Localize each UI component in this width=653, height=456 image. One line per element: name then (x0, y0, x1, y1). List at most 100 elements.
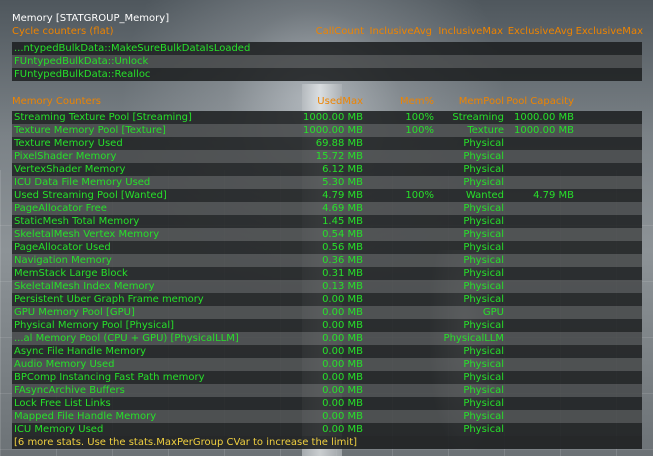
col-exclusive-max: ExclusiveMax (575, 26, 643, 37)
memory-stat-name: ...al Memory Pool (CPU + GPU) [PhysicalL… (14, 333, 239, 344)
memory-stat-pool-capacity (504, 384, 574, 397)
memory-stat-pool-capacity (504, 228, 574, 241)
memory-stat-mem-percent (374, 332, 434, 345)
memory-stat-mempool: Wanted (465, 190, 504, 201)
memory-stat-used-max: 0.54 MB (322, 229, 363, 240)
memory-stat-mem-percent (374, 254, 434, 267)
memory-stat-pool-capacity (504, 267, 574, 280)
memory-stat-mempool: PhysicalLLM (443, 333, 504, 344)
memory-stat-row: Navigation Memory 0.36 MB Physical (12, 254, 642, 267)
memory-stat-used-max: 1000.00 MB (302, 112, 363, 123)
memory-counters-heading: Memory Counters (12, 96, 102, 107)
memory-stat-pool-capacity (504, 371, 574, 384)
memory-stat-pool-capacity (504, 202, 574, 215)
memory-stat-mempool: Physical (463, 424, 504, 435)
memory-stat-mem-percent (374, 150, 434, 163)
memory-stat-row: Streaming Texture Pool [Streaming] 1000.0… (12, 111, 642, 124)
memory-stat-name: Audio Memory Used (14, 359, 115, 370)
memory-stat-used-max: 0.00 MB (322, 424, 363, 435)
memory-stat-mempool: Physical (463, 294, 504, 305)
memory-stat-used-max: 69.88 MB (315, 138, 363, 149)
col-callcount: CallCount (315, 26, 364, 37)
col-mempool: MemPool (458, 96, 504, 107)
memory-stat-name: Lock Free List Links (14, 398, 111, 409)
memory-stat-mem-percent (374, 293, 434, 306)
memory-stat-mempool: Physical (463, 268, 504, 279)
col-used-max: UsedMax (317, 96, 363, 107)
memory-stat-mem-percent (374, 371, 434, 384)
memory-stat-name: ICU Data File Memory Used (14, 177, 151, 188)
memory-stat-mem-percent (374, 423, 434, 436)
memory-stat-name: Async File Handle Memory (14, 346, 147, 357)
memory-stat-mempool: Physical (463, 242, 504, 253)
memory-stat-name: VertexShader Memory (14, 164, 126, 175)
memory-stat-row: Async File Handle Memory 0.00 MB Physical (12, 345, 642, 358)
memory-stat-name: Streaming Texture Pool [Streaming] (14, 112, 192, 123)
memory-stat-name: FAsyncArchive Buffers (14, 385, 125, 396)
memory-stat-used-max: 4.79 MB (322, 190, 363, 201)
memory-stat-name: GPU Memory Pool [GPU] (14, 307, 135, 318)
memory-stat-used-max: 0.31 MB (322, 268, 363, 279)
memory-stat-name: StaticMesh Total Memory (14, 216, 140, 227)
memory-stat-pool-capacity (504, 137, 574, 150)
memory-stat-pool-capacity (504, 306, 574, 319)
stat-group-title: Memory [STATGROUP_Memory] (12, 13, 170, 24)
memory-stat-row: MemStack Large Block 0.31 MB Physical (12, 267, 642, 280)
memory-stat-mem-percent: 100% (405, 190, 434, 201)
memory-stat-name: MemStack Large Block (14, 268, 128, 279)
memory-stat-mem-percent (374, 345, 434, 358)
memory-stat-pool-capacity: 1000.00 MB (513, 112, 574, 123)
memory-stat-used-max: 0.56 MB (322, 242, 363, 253)
memory-stat-name: Navigation Memory (14, 255, 112, 266)
memory-stat-pool-capacity (504, 293, 574, 306)
memory-stat-used-max: 0.00 MB (322, 411, 363, 422)
memory-stat-name: Physical Memory Pool [Physical] (14, 320, 175, 331)
memory-stat-mem-percent (374, 397, 434, 410)
memory-stat-mempool: Physical (463, 138, 504, 149)
memory-stat-row: StaticMesh Total Memory 1.45 MB Physical (12, 215, 642, 228)
memory-stat-pool-capacity (504, 241, 574, 254)
memory-stat-row: VertexShader Memory 6.12 MB Physical (12, 163, 642, 176)
memory-stat-mem-percent (374, 176, 434, 189)
footer-row: [6 more stats. Use the stats.MaxPerGroup… (12, 436, 642, 449)
cycle-counters-heading: Cycle counters (flat) (12, 26, 114, 37)
memory-stat-mempool: Physical (463, 385, 504, 396)
memory-stat-pool-capacity (504, 423, 574, 436)
memory-stat-used-max: 0.00 MB (322, 320, 363, 331)
memory-stat-used-max: 1000.00 MB (302, 125, 363, 136)
memory-stat-name: PageAllocator Used (14, 242, 111, 253)
memory-stat-row: PixelShader Memory 15.72 MB Physical (12, 150, 642, 163)
memory-stat-mem-percent (374, 410, 434, 423)
memory-stat-name: SkeletalMesh Index Memory (14, 281, 155, 292)
memory-stat-used-max: 0.00 MB (322, 372, 363, 383)
memory-stat-mempool: Physical (463, 255, 504, 266)
memory-stat-name: BPComp Instancing Fast Path memory (14, 372, 205, 383)
memory-stat-name: PixelShader Memory (14, 151, 117, 162)
col-mem-percent: Mem% (399, 96, 434, 107)
memory-stat-mem-percent: 100% (405, 112, 434, 123)
memory-stat-mempool: Physical (463, 151, 504, 162)
memory-stat-name: SkeletalMesh Vertex Memory (14, 229, 160, 240)
memory-stat-mempool: Physical (463, 177, 504, 188)
memory-stat-used-max: 0.00 MB (322, 333, 363, 344)
memory-stat-mempool: Physical (463, 346, 504, 357)
memory-stat-name: Persistent Uber Graph Frame memory (14, 294, 204, 305)
memory-stat-mempool: Physical (463, 411, 504, 422)
memory-stat-row: GPU Memory Pool [GPU] 0.00 MB GPU (12, 306, 642, 319)
memory-stat-used-max: 4.69 MB (322, 203, 363, 214)
memory-stat-mem-percent (374, 306, 434, 319)
memory-stat-mem-percent (374, 280, 434, 293)
memory-stat-mempool: Streaming (452, 112, 504, 123)
memory-stat-mempool: Physical (463, 320, 504, 331)
memory-stat-used-max: 0.36 MB (322, 255, 363, 266)
memory-stat-mem-percent (374, 241, 434, 254)
memory-stat-pool-capacity (504, 332, 574, 345)
memory-stat-mem-percent: 100% (405, 125, 434, 136)
memory-stat-mem-percent (374, 228, 434, 241)
memory-stat-row: Audio Memory Used 0.00 MB Physical (12, 358, 642, 371)
memory-stat-used-max: 6.12 MB (322, 164, 363, 175)
memory-stat-used-max: 0.00 MB (322, 359, 363, 370)
memory-stat-name: ICU Memory Used (14, 424, 104, 435)
memory-stat-used-max: 0.13 MB (322, 281, 363, 292)
memory-stat-used-max: 0.00 MB (322, 398, 363, 409)
